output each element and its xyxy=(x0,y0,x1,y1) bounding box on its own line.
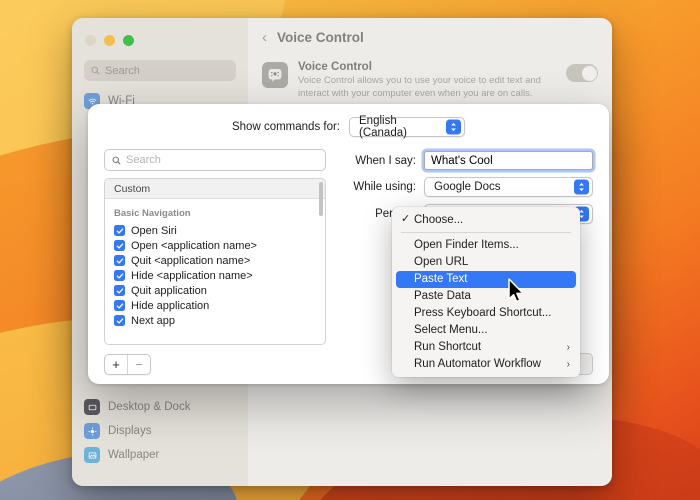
command-search-placeholder: Search xyxy=(126,154,161,166)
close-button[interactable] xyxy=(85,35,96,46)
while-using-label: While using: xyxy=(353,181,416,193)
sheet-header: Show commands for: English (Canada) xyxy=(88,104,609,149)
when-i-say-value: What's Cool xyxy=(431,154,493,167)
voice-control-name: Voice Control xyxy=(298,61,372,73)
search-icon xyxy=(112,156,121,164)
checkbox-checked-icon[interactable] xyxy=(114,300,125,311)
add-remove-button-group: + − xyxy=(104,353,151,375)
menu-item-label: Open Finder Items... xyxy=(414,239,519,251)
list-item-label: Open Siri xyxy=(131,224,177,237)
when-i-say-input[interactable]: What's Cool xyxy=(424,151,593,170)
commands-left-column: Search Custom Basic Navigation Open Siri… xyxy=(104,149,326,345)
voice-control-toggle[interactable] xyxy=(566,64,598,82)
checkbox-checked-icon[interactable] xyxy=(114,240,125,251)
when-i-say-row: When I say: What's Cool xyxy=(340,151,593,170)
menu-separator xyxy=(401,232,571,233)
menu-item-run-shortcut[interactable]: Run Shortcut › xyxy=(392,339,580,356)
checkmark-icon: ✓ xyxy=(401,213,411,225)
menu-item-paste-data[interactable]: Paste Data xyxy=(392,288,580,305)
voice-control-texts: Voice Control Voice Control allows you t… xyxy=(298,61,556,101)
menu-item-label: Run Automator Workflow xyxy=(414,358,541,370)
menu-item-run-automator-workflow[interactable]: Run Automator Workflow › xyxy=(392,356,580,373)
checkbox-checked-icon[interactable] xyxy=(114,285,125,296)
menu-item-paste-text[interactable]: Paste Text xyxy=(396,270,576,288)
menu-item-label: Press Keyboard Shortcut... xyxy=(414,307,552,319)
command-search-input[interactable]: Search xyxy=(104,149,326,171)
sidebar-item-desktop-dock[interactable]: Desktop & Dock xyxy=(72,395,248,419)
list-item-label: Open <application name> xyxy=(131,239,257,252)
list-item[interactable]: Open Siri xyxy=(105,223,325,238)
chevron-updown-icon xyxy=(446,119,461,135)
chevron-updown-icon xyxy=(574,179,589,195)
chevron-right-icon: › xyxy=(566,358,570,370)
checkbox-checked-icon[interactable] xyxy=(114,225,125,236)
list-item[interactable]: Open <application name> xyxy=(105,238,325,253)
checkbox-checked-icon[interactable] xyxy=(114,315,125,326)
menu-item-label: Paste Text xyxy=(414,273,468,285)
list-item-label: Next app xyxy=(131,314,176,327)
when-i-say-label: When I say: xyxy=(355,154,416,167)
language-popup-value: English (Canada) xyxy=(359,115,407,139)
menu-item-press-keyboard-shortcut[interactable]: Press Keyboard Shortcut... xyxy=(392,305,580,322)
search-icon xyxy=(91,66,100,75)
menu-item-label: Paste Data xyxy=(414,290,471,302)
menu-item-choose[interactable]: ✓ Choose... xyxy=(392,211,580,228)
sidebar-item-label: Desktop & Dock xyxy=(108,401,191,413)
sidebar-item-label: Wallpaper xyxy=(108,449,160,461)
window-traffic-lights xyxy=(72,26,248,46)
menu-item-label: Open URL xyxy=(414,256,469,268)
commands-list[interactable]: Custom Basic Navigation Open Siri Open <… xyxy=(104,178,326,345)
menu-item-open-url[interactable]: Open URL xyxy=(392,254,580,271)
list-item-label: Hide <application name> xyxy=(131,269,253,282)
displays-icon xyxy=(84,423,100,439)
sidebar-item-label: Displays xyxy=(108,425,152,437)
show-commands-label: Show commands for: xyxy=(231,121,340,133)
commands-custom-row[interactable]: Custom xyxy=(105,179,325,199)
voice-control-description: Voice Control allows you to use your voi… xyxy=(298,75,541,99)
commands-custom-label: Custom xyxy=(114,182,151,195)
while-using-popup-button[interactable]: Google Docs xyxy=(424,177,593,197)
list-item[interactable]: Next app xyxy=(105,313,325,328)
while-using-value: Google Docs xyxy=(434,181,501,193)
add-command-button[interactable]: + xyxy=(105,355,127,374)
menu-item-select-menu[interactable]: Select Menu... xyxy=(392,322,580,339)
minimize-button[interactable] xyxy=(104,35,115,46)
desktop-dock-icon xyxy=(84,399,100,415)
voice-control-summary-card: Voice Control Voice Control allows you t… xyxy=(262,61,598,101)
wallpaper-icon xyxy=(84,447,100,463)
while-using-row: While using: Google Docs xyxy=(340,177,593,197)
voice-control-icon xyxy=(262,62,288,88)
list-item[interactable]: Hide <application name> xyxy=(105,268,325,283)
menu-item-open-finder-items[interactable]: Open Finder Items... xyxy=(392,237,580,254)
sidebar-item-displays[interactable]: Displays xyxy=(72,419,248,443)
menu-item-label: Run Shortcut xyxy=(414,341,482,353)
sidebar-search-placeholder: Search xyxy=(105,64,140,77)
menu-item-label: Select Menu... xyxy=(414,324,488,336)
settings-topbar: ‹ Voice Control xyxy=(248,18,612,45)
sidebar-search-input[interactable]: Search xyxy=(84,60,236,81)
list-item[interactable]: Hide application xyxy=(105,298,325,313)
chevron-right-icon: › xyxy=(566,341,570,353)
commands-list-scrollbar[interactable] xyxy=(319,182,323,216)
list-item[interactable]: Quit application xyxy=(105,283,325,298)
list-item[interactable]: Quit <application name> xyxy=(105,253,325,268)
page-title: Voice Control xyxy=(277,30,364,45)
language-popup-button[interactable]: English (Canada) xyxy=(349,115,465,139)
list-item-label: Quit application xyxy=(131,284,207,297)
checkbox-checked-icon[interactable] xyxy=(114,255,125,266)
maximize-button[interactable] xyxy=(123,35,134,46)
menu-item-label: Choose... xyxy=(414,213,464,226)
remove-command-button[interactable]: − xyxy=(127,354,150,374)
list-item-label: Quit <application name> xyxy=(131,254,251,267)
commands-section-header: Basic Navigation xyxy=(114,208,191,219)
chevron-left-icon[interactable]: ‹ xyxy=(262,30,267,45)
perform-dropdown-menu[interactable]: ✓ Choose... Open Finder Items... Open UR… xyxy=(392,207,580,377)
checkbox-checked-icon[interactable] xyxy=(114,270,125,281)
desktop-wallpaper: Search Wi-Fi Desktop & Dock Displays Wal… xyxy=(0,0,700,500)
list-item-label: Hide application xyxy=(131,299,210,312)
sidebar-item-wallpaper[interactable]: Wallpaper xyxy=(72,443,248,467)
